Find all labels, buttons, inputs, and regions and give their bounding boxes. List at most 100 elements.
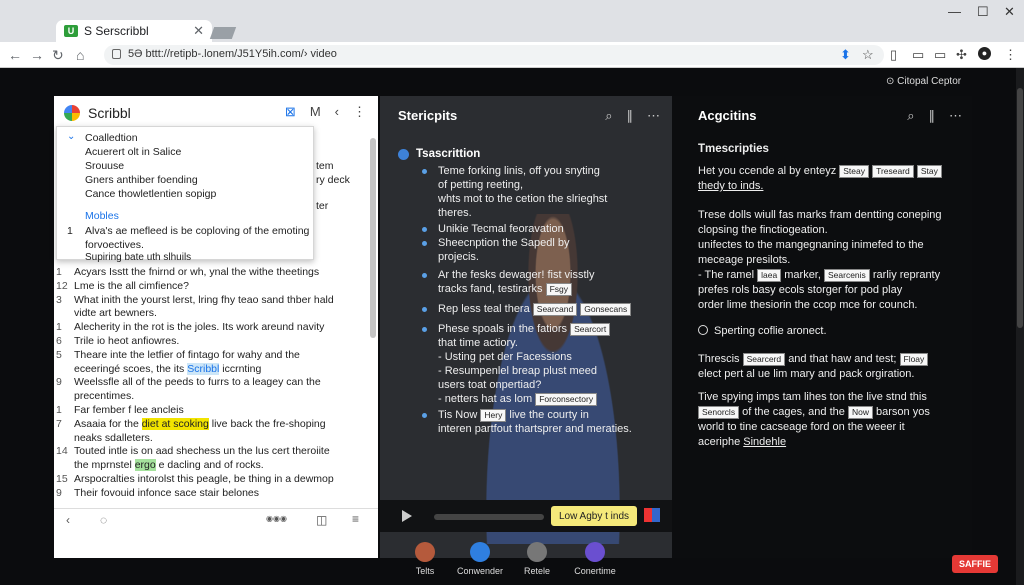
radio-circle-icon[interactable]: [698, 325, 708, 335]
extensions-puzzle-icon[interactable]: ▯: [890, 47, 897, 63]
tag[interactable]: Searcort: [570, 323, 611, 336]
flag-icon[interactable]: [644, 508, 660, 522]
tag[interactable]: Fsgy: [545, 283, 573, 296]
search-icon[interactable]: ⌕: [907, 108, 914, 124]
dropdown-item[interactable]: Coalledtion: [85, 132, 138, 144]
back-icon[interactable]: ←: [8, 47, 22, 63]
attach-icon[interactable]: ∥: [929, 108, 936, 124]
line-text: Theare inte the letfier of fintago for w…: [74, 348, 300, 361]
back-chevron-icon[interactable]: ‹: [335, 104, 339, 120]
side-snippet: ter: [316, 200, 329, 212]
forward-icon[interactable]: →: [30, 47, 44, 63]
tag[interactable]: Treseard: [872, 165, 914, 178]
line-number: 6: [56, 335, 62, 347]
transcript-line: eceeringé scoes, the its Scribbl iccrnti…: [56, 362, 356, 376]
dropdown-item[interactable]: Cance thowletlentien sopigp: [85, 188, 216, 200]
home-icon[interactable]: ⌂: [76, 47, 84, 63]
close-tab-icon[interactable]: ✕: [193, 23, 204, 39]
address-bar[interactable]: 5Ə bttt://retipb-.lonem/J51Y5ih.com/› vi…: [104, 45, 884, 65]
browser-tab[interactable]: U S Serscribbl ✕: [56, 20, 212, 42]
reload-icon[interactable]: ↻: [52, 47, 64, 64]
tag[interactable]: Hery: [480, 409, 507, 422]
transcript-bullet: Phese spoals in the fatiors Searcort that…: [438, 322, 663, 406]
highlighted-term[interactable]: Scribbl: [187, 362, 220, 375]
tag[interactable]: Senorcls: [698, 406, 740, 419]
dock-label: Conertime: [574, 566, 616, 576]
dock-item[interactable]: Conertime: [570, 542, 620, 576]
pagination-dots[interactable]: ◉◉◉: [266, 514, 287, 523]
transcript-bullet: Unikie Tecmal feoravation: [438, 223, 564, 235]
search-icon[interactable]: ⌕: [605, 108, 612, 124]
line-number: 9: [56, 486, 62, 499]
puzzle-icon[interactable]: ✣: [956, 47, 967, 63]
highlighted-term[interactable]: diet at scoking: [141, 417, 209, 430]
left-scrollbar[interactable]: [370, 138, 376, 338]
play-icon[interactable]: [402, 510, 412, 522]
more-icon[interactable]: ⋯: [647, 108, 660, 124]
dropdown-line: Supiring bate uth slhuils: [85, 252, 192, 263]
dock-item[interactable]: Conwender: [455, 542, 505, 576]
m-icon[interactable]: M: [310, 104, 321, 120]
bullet-dot: [422, 307, 427, 312]
page-scrollbar[interactable]: [1016, 68, 1024, 585]
scripts-panel: Stericpits ⌕ ∥ ⋯ Tsascrittion Teme forki…: [380, 96, 672, 558]
highlighted-term[interactable]: ergo: [134, 459, 156, 472]
dropdown-item[interactable]: Gners anthiber foending: [85, 174, 198, 186]
sync-icon[interactable]: ◌: [100, 513, 107, 527]
sidebar-icon[interactable]: ▭: [934, 47, 946, 63]
tag[interactable]: Searcerd: [742, 353, 786, 366]
dock-item[interactable]: Retele: [512, 542, 562, 576]
transcript-line: 7 Asaaia for the diet at scoking live bac…: [56, 417, 356, 431]
line-text: iccrnting: [222, 362, 262, 375]
bullet-dot: [422, 241, 427, 246]
link[interactable]: Sindehle: [743, 436, 786, 448]
save-button[interactable]: SAFFIE: [952, 555, 998, 573]
dropdown-item[interactable]: Srouuse: [85, 160, 124, 172]
profile-avatar[interactable]: ●: [978, 47, 991, 60]
dock-label: Telts: [415, 566, 435, 576]
dock-item[interactable]: Telts: [400, 542, 450, 576]
tag[interactable]: laea: [757, 269, 782, 282]
tab-search-icon[interactable]: ▭: [912, 47, 924, 63]
dropdown-item[interactable]: Acuerert olt in Salice: [85, 146, 181, 158]
link[interactable]: thedy to inds.: [698, 180, 763, 192]
transcripts-heading: Tmescripties: [698, 143, 769, 155]
line-text: Their fovouid infonce sace stair belones: [74, 486, 260, 499]
line-text: Weelssfle all of the peeds to furrs to a…: [74, 376, 321, 389]
tag[interactable]: Forconsectory: [535, 393, 598, 406]
seek-bar[interactable]: [434, 514, 544, 520]
bookmark-star-icon[interactable]: ☆: [862, 47, 874, 63]
top-right-label[interactable]: ⊙ Citopal Ceptor: [886, 76, 961, 87]
tag[interactable]: Gonsecans: [580, 303, 632, 316]
menu-icon[interactable]: ≡: [352, 512, 359, 526]
line-text: eceeringé scoes, the its: [74, 362, 185, 375]
new-tab-button[interactable]: [209, 27, 237, 39]
tag[interactable]: Searcand: [532, 303, 578, 316]
tag[interactable]: Floay: [899, 353, 929, 366]
attach-icon[interactable]: ∥: [627, 108, 634, 124]
menu-icon[interactable]: ⋮: [1004, 47, 1017, 63]
expand-icon[interactable]: ⊠: [285, 104, 296, 120]
cta-button[interactable]: Low Agby t inds: [551, 506, 637, 526]
tag[interactable]: Stay: [916, 165, 942, 178]
more-vertical-icon[interactable]: ⋮: [353, 104, 366, 120]
tag[interactable]: Steay: [839, 165, 870, 178]
chevron-down-icon[interactable]: ⌄: [67, 131, 75, 142]
tag[interactable]: Searcenis: [824, 269, 870, 282]
close-window-icon[interactable]: ✕: [1004, 4, 1015, 20]
avatar-icon: [415, 542, 435, 562]
minimize-icon[interactable]: —: [948, 4, 961, 19]
transcript-line: neaks sdalleters.: [56, 432, 356, 445]
more-icon[interactable]: ⋯: [949, 108, 962, 124]
tag[interactable]: Now: [847, 406, 873, 419]
line-number: 14: [56, 445, 68, 458]
book-icon[interactable]: ◫: [316, 513, 327, 527]
line-text: precentimes.: [74, 390, 135, 403]
back-icon[interactable]: ‹: [66, 513, 70, 527]
transcript-line: 3 What inith the yourst lerst, lring fhy …: [56, 294, 356, 307]
checklist-item[interactable]: Sperting coflie aronect.: [698, 324, 960, 339]
extension-icon[interactable]: ⬍: [840, 47, 851, 63]
actions-title: Acgcitins: [698, 108, 757, 123]
maximize-icon[interactable]: ☐: [977, 4, 989, 20]
dock-label: Conwender: [456, 566, 504, 576]
